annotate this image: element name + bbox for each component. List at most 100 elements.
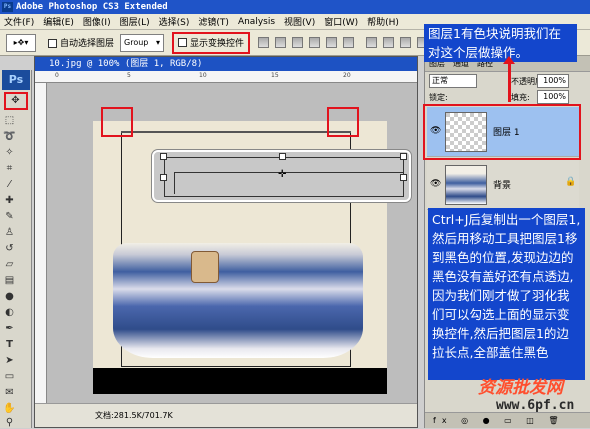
menu-window[interactable]: 窗口(W) [324, 15, 358, 28]
menu-help[interactable]: 帮助(H) [367, 15, 399, 28]
layer-name: 背景 [493, 181, 512, 191]
transform-handle[interactable] [279, 153, 286, 160]
transform-handle[interactable] [160, 174, 167, 181]
watermark-url: www.6pf.cn [496, 398, 575, 413]
inner-layer-edge [174, 172, 404, 194]
transform-controls-callout: ✛ [152, 150, 411, 202]
auto-select-label: 自动选择图层 [60, 39, 115, 49]
menu-edit[interactable]: 编辑(E) [43, 15, 74, 28]
toolbox: Ps ✥ ⬚ ➰ ✧ ⌗ ⁄ ✚ ✎ ♙ ↺ ▱ ▤ ● ◐ ✒ T ➤ ▭ ✉… [0, 70, 32, 428]
skirt-photo [113, 243, 363, 358]
align-top-icon[interactable] [258, 37, 270, 48]
lock-label: 锁定: [429, 93, 448, 102]
move-tool-icon[interactable]: ✥ [9, 94, 22, 107]
align-vcenter-icon[interactable] [275, 37, 287, 48]
transform-handle[interactable] [160, 153, 167, 160]
layer-name: 图层 1 [493, 128, 520, 138]
magic-wand-icon[interactable]: ✧ [3, 146, 16, 159]
status-bar: 文档:281.5K/701.7K [35, 403, 417, 427]
menu-analysis[interactable]: Analysis [238, 17, 275, 27]
auto-select-checkbox-wrap[interactable]: 自动选择图层 [48, 36, 114, 49]
align-bottom-icon[interactable] [292, 37, 304, 48]
layer-row-background[interactable]: 👁 背景 🔒 [427, 160, 579, 210]
distribute-top-icon[interactable] [366, 37, 378, 48]
eye-icon[interactable]: 👁 [430, 126, 442, 136]
blend-mode-select[interactable]: 正常 [429, 74, 477, 88]
lasso-tool-icon[interactable]: ➰ [3, 130, 16, 143]
opacity-input[interactable]: 100% [537, 74, 569, 88]
crop-tool-icon[interactable]: ⌗ [3, 162, 16, 175]
blur-tool-icon[interactable]: ● [3, 290, 16, 303]
show-transform-checkbox[interactable] [178, 38, 188, 47]
corner-highlight-right [327, 107, 359, 137]
window-title-bar: Ps Adobe Photoshop CS3 Extended [0, 0, 590, 14]
align-left-icon[interactable] [309, 37, 321, 48]
auto-select-value: Group [124, 38, 149, 47]
document-window: 10.jpg @ 100% (图层 1, RGB/8) 0 5 10 15 20… [34, 56, 418, 428]
eraser-icon[interactable]: ▱ [3, 258, 16, 271]
shape-tool-icon[interactable]: ▭ [3, 370, 16, 383]
menu-image[interactable]: 图像(I) [83, 15, 111, 28]
history-brush-icon[interactable]: ↺ [3, 242, 16, 255]
path-select-icon[interactable]: ➤ [3, 354, 16, 367]
layer-thumbnail [445, 112, 487, 152]
vertical-ruler [35, 83, 47, 403]
fill-input[interactable]: 100% [537, 90, 569, 104]
ruler-tick: 5 [127, 72, 131, 79]
type-tool-icon[interactable]: T [3, 338, 16, 351]
healing-brush-icon[interactable]: ✚ [3, 194, 16, 207]
show-transform-controls-toggle[interactable]: 显示变换控件 [172, 31, 251, 54]
show-transform-label: 显示变换控件 [190, 39, 245, 49]
menu-select[interactable]: 选择(S) [159, 15, 190, 28]
move-tool-icon: ▸✥▾ [13, 38, 29, 47]
fill-label: 填充: [511, 93, 530, 102]
doll-badge [191, 251, 219, 283]
zoom-tool-icon[interactable]: ⚲ [3, 416, 16, 429]
menu-file[interactable]: 文件(F) [4, 15, 34, 28]
tool-preset-picker[interactable]: ▸✥▾ [6, 33, 36, 52]
distribute-vcenter-icon[interactable] [383, 37, 395, 48]
eye-icon[interactable]: 👁 [430, 179, 442, 189]
layer-row-layer1[interactable]: 👁 图层 1 [427, 107, 579, 157]
ruler-tick: 15 [271, 72, 279, 79]
document-size: 文档:281.5K/701.7K [95, 411, 173, 420]
auto-select-checkbox[interactable] [48, 39, 57, 48]
ps-logo: Ps [2, 70, 30, 90]
dodge-tool-icon[interactable]: ◐ [3, 306, 16, 319]
notes-tool-icon[interactable]: ✉ [3, 386, 16, 399]
layer-top-edge [121, 131, 351, 133]
align-right-icon[interactable] [343, 37, 355, 48]
transform-handle[interactable] [400, 174, 407, 181]
menu-view[interactable]: 视图(V) [284, 15, 315, 28]
document-title-bar[interactable]: 10.jpg @ 100% (图层 1, RGB/8) [35, 57, 417, 71]
eyedropper-icon[interactable]: ⁄ [3, 178, 16, 191]
align-buttons [258, 37, 451, 48]
chevron-down-icon: ▾ [156, 38, 161, 47]
corner-highlight-left [101, 107, 133, 137]
ruler-tick: 0 [55, 72, 59, 79]
annotation-arrow-shaft [508, 60, 511, 102]
window-title: Adobe Photoshop CS3 Extended [16, 2, 168, 12]
lock-icon: 🔒 [565, 177, 577, 187]
distribute-bottom-icon[interactable] [400, 37, 412, 48]
black-border-area [93, 368, 387, 394]
arrow-up-icon [503, 56, 515, 64]
marquee-tool-icon[interactable]: ⬚ [3, 114, 16, 127]
pen-tool-icon[interactable]: ✒ [3, 322, 16, 335]
ps-app-icon: Ps [2, 2, 13, 12]
clone-stamp-icon[interactable]: ♙ [3, 226, 16, 239]
gradient-tool-icon[interactable]: ▤ [3, 274, 16, 287]
transform-center-icon: ✛ [278, 169, 287, 180]
menu-layer[interactable]: 图层(L) [120, 15, 150, 28]
ruler-tick: 10 [199, 72, 207, 79]
horizontal-ruler: 0 5 10 15 20 [35, 71, 417, 83]
hand-tool-icon[interactable]: ✋ [3, 402, 16, 415]
menu-filter[interactable]: 滤镜(T) [198, 15, 229, 28]
transform-handle[interactable] [400, 153, 407, 160]
layer-thumbnail [445, 165, 487, 205]
align-hcenter-icon[interactable] [326, 37, 338, 48]
auto-select-dropdown[interactable]: Group ▾ [120, 33, 165, 52]
annotation-top-note: 图层1有色块说明我们在对这个层做操作。 [424, 24, 577, 62]
annotation-main-note: Ctrl+J后复制出一个图层1,然后用移动工具把图层1移到黑色的位置,发现边边的… [428, 208, 585, 380]
brush-tool-icon[interactable]: ✎ [3, 210, 16, 223]
